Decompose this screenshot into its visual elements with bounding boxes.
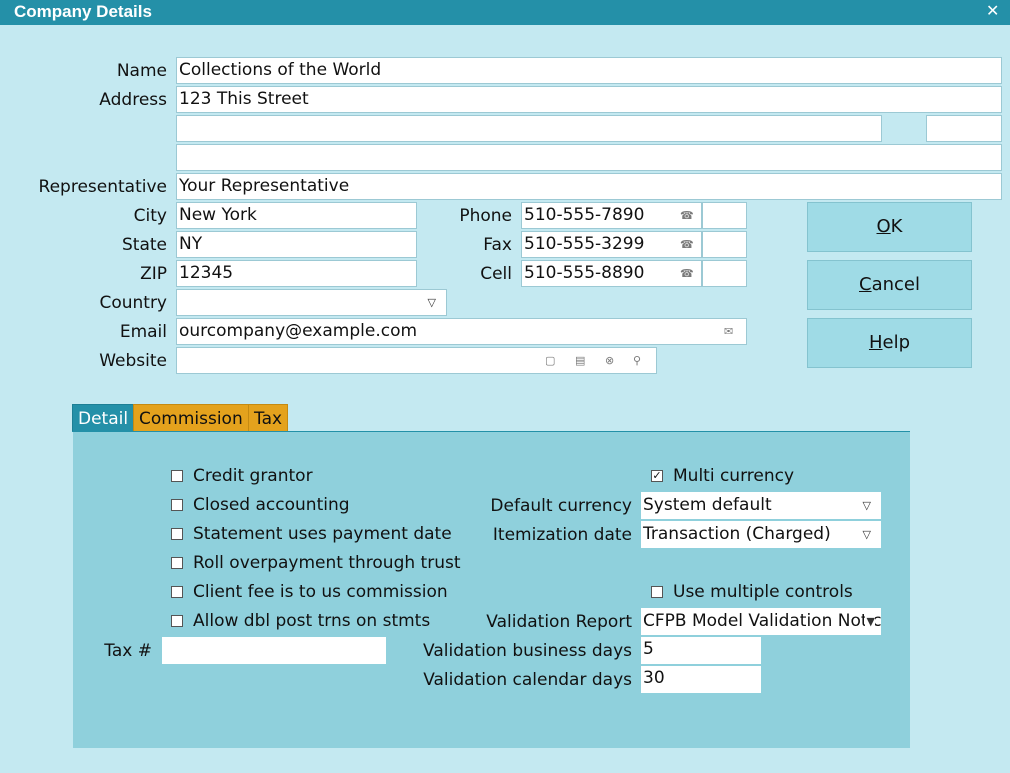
country-label: Country xyxy=(99,293,167,313)
credit-grantor-checkbox[interactable] xyxy=(171,470,183,482)
multi-currency-label: Multi currency xyxy=(673,466,795,486)
phone-icon[interactable]: ☎ xyxy=(680,261,694,286)
representative-field[interactable]: Your Representative xyxy=(176,173,1002,200)
search-icon[interactable]: ⚲ xyxy=(633,348,641,373)
tax-field[interactable] xyxy=(162,637,386,664)
cell-value: 510-555-8890 xyxy=(524,263,645,283)
roll-overpayment-checkbox[interactable] xyxy=(171,557,183,569)
validation-calendar-days-label: Validation calendar days xyxy=(423,670,632,690)
representative-label: Representative xyxy=(38,177,167,197)
statement-payment-date-label: Statement uses payment date xyxy=(193,524,452,544)
chevron-down-icon: ▽ xyxy=(862,528,871,541)
ok-mnemonic: O xyxy=(876,216,891,237)
validation-business-days-label: Validation business days xyxy=(423,641,632,661)
address-line3-field[interactable] xyxy=(176,144,1002,171)
client-fee-checkbox[interactable] xyxy=(171,586,183,598)
default-currency-label: Default currency xyxy=(490,496,632,516)
website-label: Website xyxy=(99,351,167,371)
validation-calendar-days-field[interactable]: 30 xyxy=(641,666,761,693)
cell-ext-field[interactable] xyxy=(702,260,747,287)
allow-dbl-post-checkbox[interactable] xyxy=(171,615,183,627)
fax-value: 510-555-3299 xyxy=(524,234,645,254)
help-label-rest: elp xyxy=(882,332,911,353)
name-label: Name xyxy=(116,61,167,81)
phone-field[interactable]: 510-555-7890 ☎ xyxy=(521,202,702,229)
email-value: ourcompany@example.com xyxy=(179,321,418,341)
clear-icon[interactable]: ⊗ xyxy=(605,348,614,373)
validation-report-select[interactable]: CFPB Model Validation Notice ▼ xyxy=(641,608,881,635)
website-field[interactable]: ▢ ▤ ⊗ ⚲ xyxy=(176,347,657,374)
help-button[interactable]: Help xyxy=(807,318,972,368)
fax-label: Fax xyxy=(483,235,512,255)
phone-icon[interactable]: ☎ xyxy=(680,232,694,257)
phone-ext-field[interactable] xyxy=(702,202,747,229)
itemization-date-label: Itemization date xyxy=(492,525,632,545)
default-currency-value: System default xyxy=(643,495,772,515)
phone-icon[interactable]: ☎ xyxy=(680,203,694,228)
state-field[interactable]: NY xyxy=(176,231,417,258)
city-field[interactable]: New York xyxy=(176,202,417,229)
help-mnemonic: H xyxy=(868,332,883,353)
fax-field[interactable]: 510-555-3299 ☎ xyxy=(521,231,702,258)
roll-overpayment-label: Roll overpayment through trust xyxy=(193,553,461,573)
ok-label-rest: K xyxy=(890,216,903,237)
validation-business-days-field[interactable]: 5 xyxy=(641,637,761,664)
ok-button[interactable]: OK xyxy=(807,202,972,252)
name-field[interactable]: Collections of the World xyxy=(176,57,1002,84)
client-fee-label: Client fee is to us commission xyxy=(193,582,448,602)
chevron-down-icon: ▽ xyxy=(862,499,871,512)
tab-tax[interactable]: Tax xyxy=(248,404,289,432)
window-title: Company Details xyxy=(14,2,152,21)
closed-accounting-label: Closed accounting xyxy=(193,495,350,515)
cell-label: Cell xyxy=(480,264,512,284)
credit-grantor-label: Credit grantor xyxy=(193,466,313,486)
address-line2-extra-field[interactable] xyxy=(926,115,1002,142)
address-line2-field[interactable] xyxy=(176,115,882,142)
cancel-button[interactable]: Cancel xyxy=(807,260,972,310)
fax-ext-field[interactable] xyxy=(702,231,747,258)
allow-dbl-post-label: Allow dbl post trns on stmts xyxy=(193,611,431,631)
zip-label: ZIP xyxy=(140,264,167,284)
chevron-down-icon: ▽ xyxy=(427,296,436,309)
validation-report-label: Validation Report xyxy=(486,612,632,632)
phone-label: Phone xyxy=(459,206,512,226)
email-field[interactable]: ourcompany@example.com ✉ xyxy=(176,318,747,345)
city-label: City xyxy=(133,206,167,226)
chevron-down-icon: ▼ xyxy=(864,608,875,635)
use-multiple-controls-checkbox[interactable] xyxy=(651,586,663,598)
printer-icon[interactable]: ▤ xyxy=(575,348,585,373)
folder-icon[interactable]: ▢ xyxy=(545,348,555,373)
tab-detail[interactable]: Detail xyxy=(72,404,135,432)
cell-field[interactable]: 510-555-8890 ☎ xyxy=(521,260,702,287)
default-currency-select[interactable]: System default ▽ xyxy=(641,492,881,519)
tab-commission[interactable]: Commission xyxy=(133,404,249,432)
zip-field[interactable]: 12345 xyxy=(176,260,417,287)
address-line1-field[interactable]: 123 This Street xyxy=(176,86,1002,113)
multi-currency-checkbox[interactable]: ✓ xyxy=(651,470,663,482)
itemization-date-value: Transaction (Charged) xyxy=(643,524,831,544)
state-label: State xyxy=(122,235,167,255)
email-label: Email xyxy=(119,322,167,342)
closed-accounting-checkbox[interactable] xyxy=(171,499,183,511)
cancel-mnemonic: C xyxy=(859,274,872,295)
envelope-icon[interactable]: ✉ xyxy=(724,319,733,344)
cancel-label-rest: ancel xyxy=(871,274,920,295)
tax-label: Tax # xyxy=(104,641,152,661)
validation-report-value: CFPB Model Validation Notice xyxy=(643,611,881,631)
close-icon[interactable]: ✕ xyxy=(986,1,999,20)
itemization-date-select[interactable]: Transaction (Charged) ▽ xyxy=(641,521,881,548)
phone-value: 510-555-7890 xyxy=(524,205,645,225)
use-multiple-controls-label: Use multiple controls xyxy=(673,582,853,602)
statement-payment-date-checkbox[interactable] xyxy=(171,528,183,540)
address-label: Address xyxy=(99,90,167,110)
country-select[interactable]: ▽ xyxy=(176,289,447,316)
